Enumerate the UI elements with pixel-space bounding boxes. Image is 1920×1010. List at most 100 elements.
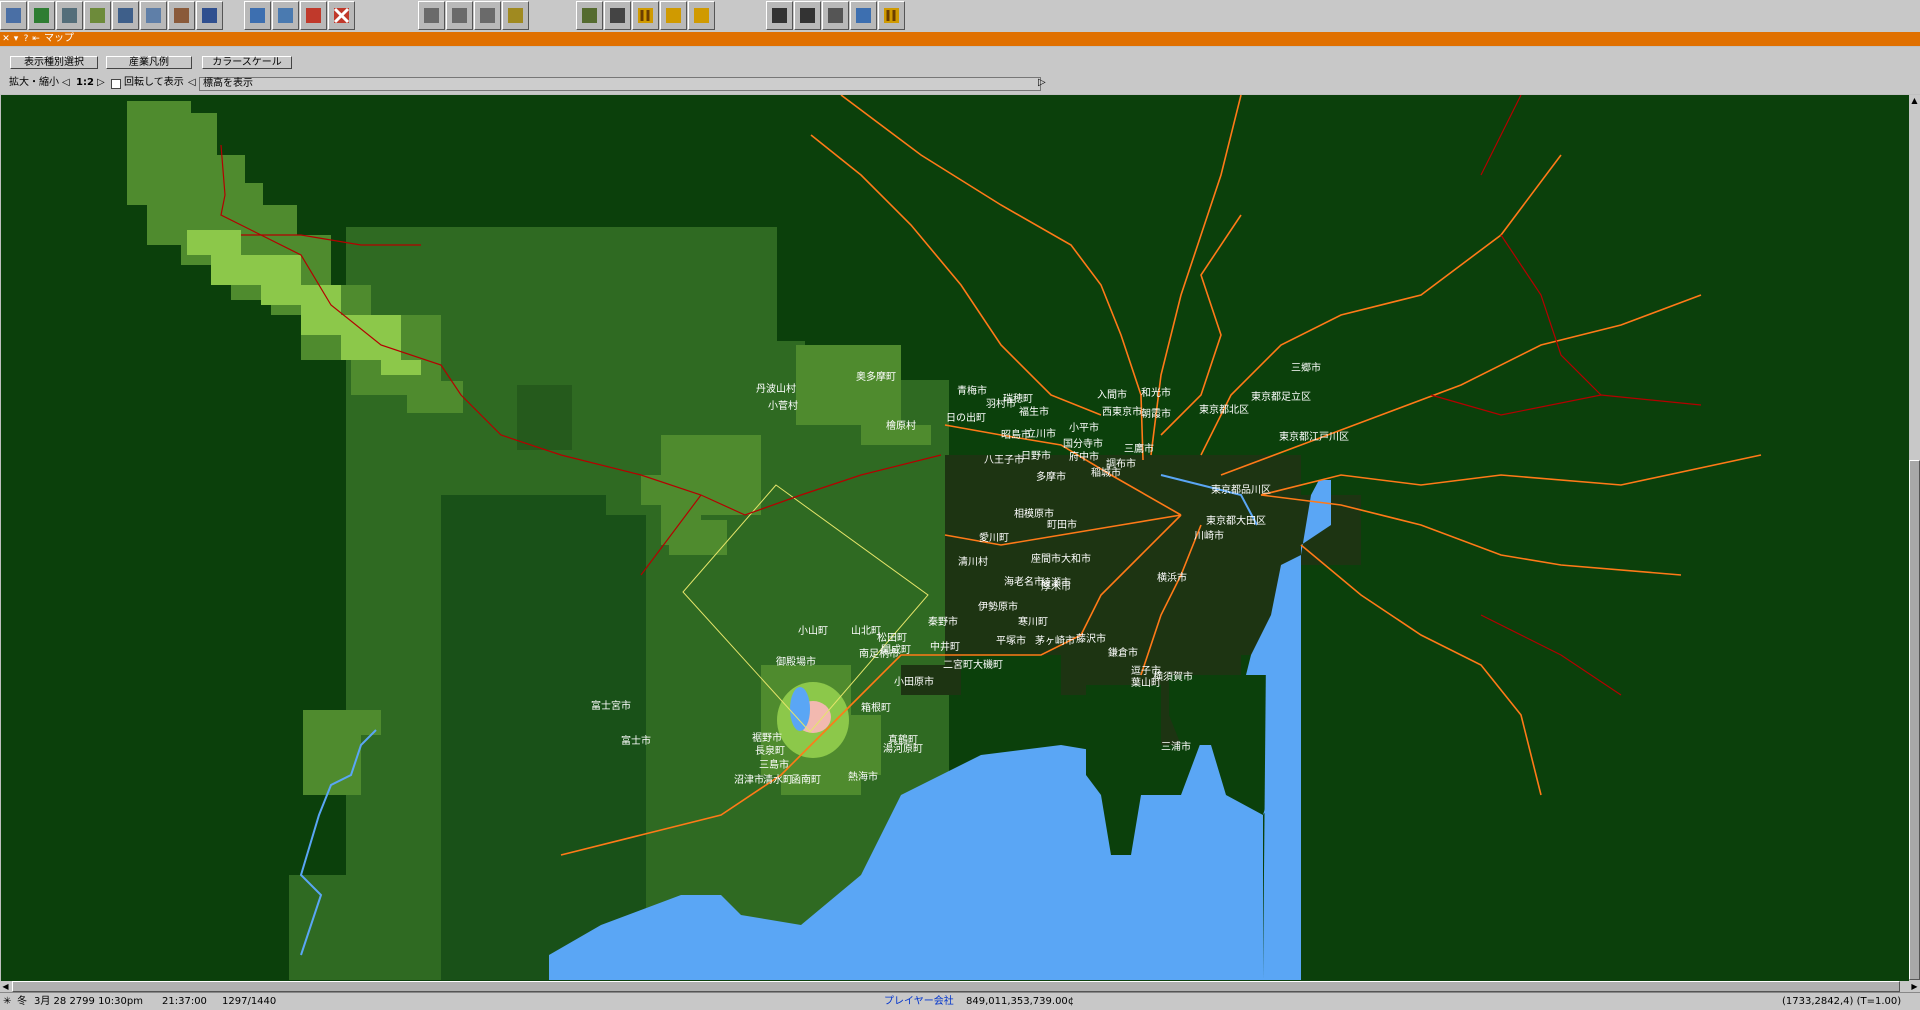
help-icon[interactable]: ? (21, 32, 31, 46)
city-label: 小山町 (798, 625, 828, 637)
city-label: 三島市 (759, 758, 789, 771)
game-date: 3月 28 2799 10:30pm (34, 996, 143, 1007)
minimap-view[interactable]: 丹波山村 小菅村 奥多摩町 青梅市 檜原村 日の出町 羽村市 瑞穂町 入間市 福… (1, 95, 1909, 981)
inspect-icon[interactable] (56, 1, 83, 30)
city-label: 三郷市 (1291, 361, 1321, 374)
scroll-left-icon[interactable]: ◀ (0, 981, 11, 992)
target-icon[interactable] (300, 1, 327, 30)
zoom-decrease-icon[interactable]: ◁ (62, 76, 70, 90)
terrain-icon[interactable] (84, 1, 111, 30)
scroll-right-icon[interactable]: ▶ (1909, 981, 1920, 992)
city-label: 小平市 (1069, 421, 1099, 434)
window-title: マップ (44, 33, 74, 44)
city-label: 日野市 (1021, 449, 1051, 462)
minimap-icon[interactable] (28, 1, 55, 30)
vertical-scroll-thumb[interactable] (1909, 460, 1920, 980)
city-label: 小菅村 (768, 399, 798, 412)
industry-legend-button[interactable]: 産業凡例 (106, 56, 192, 69)
grid-icon[interactable] (822, 1, 849, 30)
city-label: 長泉町 (755, 744, 785, 757)
city-label: 東京都品川区 (1211, 483, 1271, 496)
city-label: 大磯町 (973, 658, 1003, 671)
game-clock: 21:37:00 (162, 996, 207, 1007)
city-label: 東京都大田区 (1206, 514, 1266, 527)
schedule-icon[interactable] (446, 1, 473, 30)
city-label: 秦野市 (928, 615, 958, 628)
money-display: 849,011,353,739.00¢ (966, 996, 1075, 1007)
status-bar: ✳ 冬 3月 28 2799 10:30pm 21:37:00 1297/144… (0, 992, 1920, 1010)
depot-icon[interactable] (196, 1, 223, 30)
station-icon[interactable] (168, 1, 195, 30)
zoom-in-icon[interactable] (766, 1, 793, 30)
city-label: 丹波山村 (756, 382, 796, 395)
rail-icon[interactable] (112, 1, 139, 30)
city-label: 裾野市 (752, 731, 782, 744)
horizontal-scrollbar[interactable]: ◀ ▶ (0, 981, 1920, 992)
close-icon[interactable]: ✕ (1, 32, 11, 46)
city-label: 調布市 (1106, 457, 1136, 470)
city-label: 海老名市 (1004, 575, 1044, 588)
city-label: 南足柄市 (859, 647, 899, 660)
zoom-out-icon[interactable] (794, 1, 821, 30)
time-ratio: 1297/1440 (222, 996, 277, 1007)
pause2-icon[interactable] (878, 1, 905, 30)
city-label: 東京都江戸川区 (1279, 430, 1349, 443)
finance-icon[interactable] (502, 1, 529, 30)
city-label: 富士市 (621, 734, 651, 747)
city-label: 寒川町 (1018, 615, 1048, 628)
city-label: 青梅市 (957, 384, 987, 397)
display-mode-value: 標高を表示 (203, 78, 253, 89)
city-label: 沼津市 (734, 773, 764, 786)
map-controls-panel: 表示種別選択 産業凡例 カラースケール 拡大・縮小 ◁ 1:2 ▷ 回転して表示… (0, 47, 1920, 94)
city-label: 御殿場市 (776, 655, 816, 668)
city-label: 藤沢市 (1076, 632, 1106, 645)
pause-icon[interactable] (632, 1, 659, 30)
city-label: 瑞穂町 (1003, 392, 1033, 405)
horizontal-scroll-thumb[interactable] (12, 981, 1900, 992)
remove-icon[interactable] (328, 1, 355, 30)
city-label: 真鶴町 (888, 733, 918, 746)
report-icon[interactable] (474, 1, 501, 30)
map-icon[interactable] (576, 1, 603, 30)
height-prev-icon[interactable]: ◁ (188, 76, 196, 90)
city-label: 富士宮市 (591, 699, 631, 712)
city-label: 大和市 (1061, 552, 1091, 565)
city-label: 東京都北区 (1199, 403, 1249, 416)
waypoint-icon[interactable] (850, 1, 877, 30)
city-label: 日の出町 (946, 411, 986, 424)
vertical-scrollbar[interactable]: ▲ (1909, 95, 1920, 981)
city-label: 座間市 (1031, 552, 1061, 565)
fastforward-icon[interactable] (660, 1, 687, 30)
city-label: 清水町 (763, 773, 793, 786)
city-label: 二宮町 (943, 658, 973, 671)
city-label: 箱根町 (861, 701, 891, 714)
rotate-label: 回転して表示 (124, 77, 184, 88)
list-icon[interactable] (418, 1, 445, 30)
screenshot-icon[interactable] (604, 1, 631, 30)
rotate-checkbox[interactable] (111, 79, 121, 89)
city-label: 横須賀市 (1153, 670, 1193, 683)
height-next-icon[interactable]: ▷ (1038, 76, 1046, 90)
road-icon[interactable] (140, 1, 167, 30)
main-toolbar (0, 0, 1920, 33)
monorail-icon[interactable] (244, 1, 271, 30)
city-label: 町田市 (1047, 518, 1077, 531)
city-label: 三鷹市 (1124, 442, 1154, 455)
city-label: 奥多摩町 (856, 370, 896, 383)
zoom-increase-icon[interactable]: ▷ (97, 76, 105, 90)
collapse-icon[interactable]: ▾ (11, 32, 21, 46)
city-label: 松田町 (877, 631, 907, 644)
city-label: 伊勢原市 (978, 600, 1018, 613)
pin-icon[interactable]: ⇤ (31, 32, 41, 46)
display-mode-selector[interactable]: 標高を表示 (199, 77, 1041, 91)
city-label: 東京都足立区 (1251, 390, 1311, 403)
company-name: プレイヤー会社 (884, 996, 954, 1007)
scroll-up-icon[interactable]: ▲ (1909, 95, 1920, 106)
help-icon[interactable] (688, 1, 715, 30)
city-label: 川崎市 (1194, 529, 1224, 542)
color-scale-button[interactable]: カラースケール (202, 56, 292, 69)
airport-icon[interactable] (272, 1, 299, 30)
city-label: 茅ヶ崎市 (1035, 634, 1075, 647)
display-type-button[interactable]: 表示種別選択 (10, 56, 98, 69)
save-icon[interactable] (0, 1, 27, 30)
